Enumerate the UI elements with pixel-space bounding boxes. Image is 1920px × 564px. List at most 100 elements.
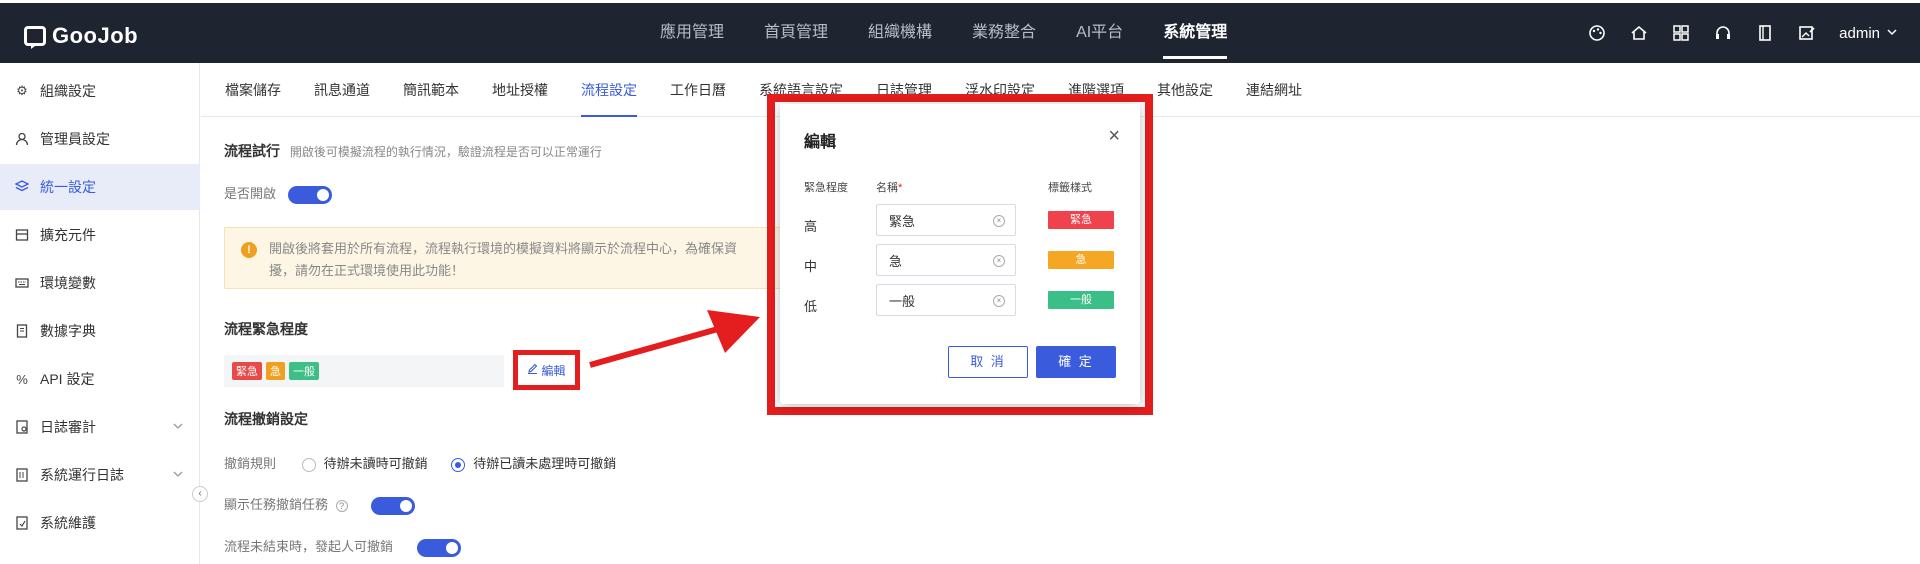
sidebar-item-label: API 設定 [40,371,95,387]
pencil-icon [527,363,538,377]
sidebar-item-label: 組織設定 [40,83,96,99]
sidebar-item-label: 系統運行日誌 [40,467,124,483]
sidebar-collapse-button[interactable]: ‹ [192,486,208,502]
level-medium: 中 [804,259,818,274]
sidebar-item-system-maintenance[interactable]: 系統維護 [0,500,200,546]
sidebar-item-log-audit[interactable]: 日誌審計 [0,404,200,450]
log-run-icon [14,467,30,483]
initiator-revoke-switch[interactable] [416,538,461,557]
urgency-tags: 緊急 急 一般 [224,355,504,387]
sidebar-item-admin-settings[interactable]: 管理員設定 [0,116,200,162]
palette-icon[interactable] [1587,23,1607,43]
box-icon [14,227,30,243]
sidebar-item-label: 日誌審計 [40,419,96,435]
log-icon [14,419,30,435]
logo-text: GooJob [52,23,139,48]
warning-box: ! 開啟後將套用於所有流程，流程執行環境的模擬資料將顯示於流程中心，為確保資 擾… [224,227,784,289]
level-high: 高 [804,219,818,234]
section-urgency-title: 流程緊急程度 [224,321,308,337]
sidebar-item-data-dictionary[interactable]: 數據字典 [0,308,200,354]
clear-icon[interactable]: × [993,295,1005,307]
sidebar-item-extensions[interactable]: 擴充元件 [0,212,200,258]
tab-file-storage[interactable]: 檔案儲存 [225,63,281,117]
gear-icon: ⚙ [16,83,28,98]
tab-address-auth[interactable]: 地址授權 [492,63,548,117]
edit-urgency-dialog: 編輯 × 緊急程度 名稱* 標籤樣式 高 緊急 × 緊急 中 急 × 急 低 一… [780,104,1140,404]
section-trial-run-title: 流程試行 開啟後可模擬流程的執行情況，驗證流程是否可以正常運行 [224,143,602,159]
chevron-down-icon [1886,25,1898,42]
sidebar-item-unified-settings[interactable]: 統一設定 [0,164,200,210]
initiator-revoke-row: 流程未結束時，發起人可撤銷 [224,536,461,557]
top-tools: admin [1587,3,1898,63]
top-menu-business[interactable]: 業務整合 [972,3,1036,63]
tab-sms-template[interactable]: 簡訊範本 [403,63,459,117]
edit-urgency-button[interactable]: 編輯 [513,350,580,390]
home-icon[interactable] [1629,23,1649,43]
book-icon [14,323,30,339]
section-trial-run-desc: 開啟後可模擬流程的執行情況，驗證流程是否可以正常運行 [289,145,602,159]
revoke-rule-label: 撤銷規則 [224,456,277,471]
clear-icon[interactable]: × [993,215,1005,227]
clear-icon[interactable]: × [993,255,1005,267]
sidebar-item-label: 擴充元件 [40,227,96,243]
tab-message-channel[interactable]: 訊息通道 [314,63,370,117]
revoke-rule-row: 撤銷規則 待辦未讀時可撤銷 待辦已讀未處理時可撤銷 [224,453,616,472]
enable-trial-switch[interactable] [287,185,332,204]
maintenance-icon [14,515,30,531]
sidebar-item-label: 系統維護 [40,515,96,531]
tag-style-high[interactable]: 緊急 [1048,211,1114,229]
show-task-label: 顯示任務撤銷任務 [224,497,329,512]
help-icon[interactable]: ? [335,499,348,512]
headset-icon[interactable] [1713,23,1733,43]
top-menu-org[interactable]: 組織機構 [868,3,932,63]
confirm-button[interactable]: 確 定 [1036,346,1116,378]
enable-trial-label: 是否開啟 [224,186,277,201]
warning-text-line1: 開啟後將套用於所有流程，流程執行環境的模擬資料將顯示於流程中心，為確保資 [269,241,738,256]
radio-read[interactable] [451,457,466,472]
top-menu: 應用管理 首頁管理 組織機構 業務整合 AI平台 系統管理 [660,3,1267,63]
tab-process-settings[interactable]: 流程設定 [581,63,637,117]
sidebar-item-label: 數據字典 [40,323,96,339]
cancel-button[interactable]: 取 消 [948,346,1028,378]
grid-icon[interactable] [1671,23,1691,43]
sidebar-item-api-settings[interactable]: % API 設定 [0,356,200,402]
name-input-high[interactable]: 緊急 × [876,204,1016,236]
initiator-revoke-label: 流程未結束時，發起人可撤銷 [224,539,394,554]
sidebar-item-org-settings[interactable]: ⚙ 組織設定 [0,68,200,114]
radio-unread[interactable] [301,457,316,472]
top-menu-system[interactable]: 系統管理 [1163,3,1228,63]
user-menu[interactable]: admin [1839,25,1898,42]
user-name: admin [1839,24,1880,42]
col-header-style: 標籤樣式 [1048,182,1092,194]
top-menu-ai[interactable]: AI平台 [1076,3,1123,63]
revoke-option-read[interactable]: 待辦已讀未處理時可撤銷 [451,456,616,472]
tab-link-url[interactable]: 連結網址 [1246,63,1302,117]
revoke-option-unread[interactable]: 待辦未讀時可撤銷 [301,456,432,472]
book-icon[interactable] [1755,23,1775,43]
sidebar-item-env-vars[interactable]: 環境變數 [0,260,200,306]
sidebar-item-system-run-log[interactable]: 系統運行日誌 [0,452,200,498]
show-task-switch[interactable] [371,496,416,515]
show-task-row: 顯示任務撤銷任務 ? [224,494,416,515]
annotation-arrow [589,310,760,368]
name-input-medium[interactable]: 急 × [876,244,1016,276]
image-edit-icon[interactable] [1797,23,1817,43]
top-menu-home[interactable]: 首頁管理 [764,3,828,63]
edit-label: 編輯 [541,363,566,378]
app-logo[interactable]: GooJob [24,23,138,49]
tag-style-medium[interactable]: 急 [1048,251,1114,269]
keyboard-icon [14,275,30,291]
tag-style-low[interactable]: 一般 [1048,291,1114,309]
tab-work-calendar[interactable]: 工作日曆 [670,63,726,117]
sidebar-item-label: 統一設定 [40,179,96,195]
sidebar-item-label: 管理員設定 [40,131,110,147]
close-icon[interactable]: × [1108,126,1120,146]
tab-other-settings[interactable]: 其他設定 [1157,63,1213,117]
name-input-low[interactable]: 一般 × [876,284,1016,316]
sidebar: ⚙ 組織設定 管理員設定 統一設定 擴充元件 環境變數 數據字典 % API 設… [0,63,200,564]
urgency-tag-urgent: 緊急 [232,362,262,380]
api-icon: % [16,371,28,387]
required-mark: * [898,182,903,194]
urgency-tag-normal: 一般 [289,362,319,380]
top-menu-app[interactable]: 應用管理 [660,3,724,63]
